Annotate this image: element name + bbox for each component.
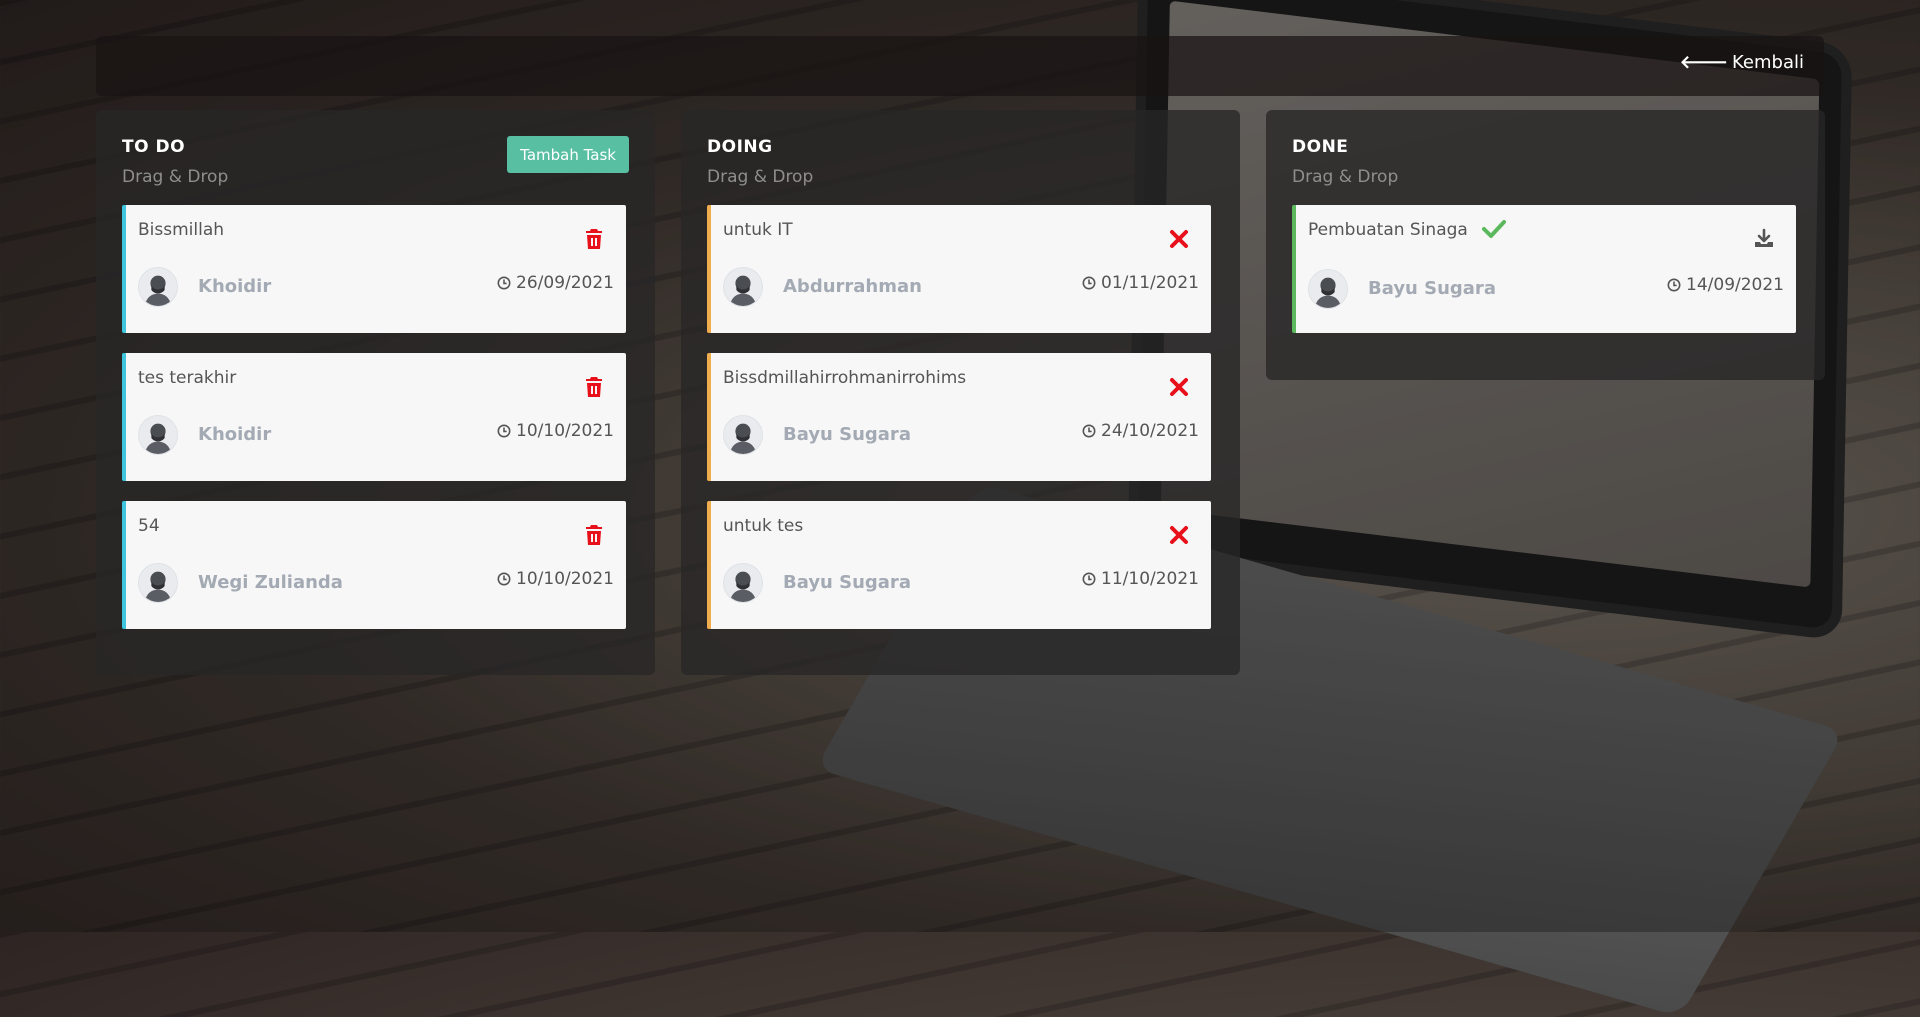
assignee-name: Khoidir [198, 276, 272, 297]
clock-icon [497, 276, 511, 290]
due-date-value: 01/11/2021 [1101, 273, 1199, 293]
task-title: 54 [138, 516, 160, 536]
clock-icon [1082, 276, 1096, 290]
due-date-value: 14/09/2021 [1686, 275, 1784, 295]
trash-icon[interactable] [582, 375, 606, 399]
trash-icon[interactable] [582, 227, 606, 251]
assignee-name: Wegi Zulianda [198, 572, 343, 593]
column-doing: DOING Drag & Drop untuk IT Abdurrahman 0… [681, 110, 1240, 675]
trash-icon[interactable] [582, 523, 606, 547]
column-todo: TO DO Drag & Drop Tambah Task Bissmillah… [96, 110, 655, 675]
due-date: 10/10/2021 [497, 421, 614, 441]
due-date: 10/10/2021 [497, 569, 614, 589]
column-subtitle: Drag & Drop [1292, 167, 1399, 187]
column-title: DONE [1292, 137, 1349, 157]
clock-icon [497, 424, 511, 438]
avatar [723, 415, 763, 455]
download-icon[interactable] [1752, 227, 1776, 251]
due-date-value: 10/10/2021 [516, 421, 614, 441]
due-date-value: 10/10/2021 [516, 569, 614, 589]
check-icon [1482, 220, 1506, 238]
avatar [723, 563, 763, 603]
clock-icon [1667, 278, 1681, 292]
x-icon[interactable] [1167, 523, 1191, 547]
column-title: TO DO [122, 137, 186, 157]
task-title: Pembuatan Sinaga [1308, 220, 1468, 240]
task-title: untuk IT [723, 220, 793, 240]
clock-icon [1082, 572, 1096, 586]
top-bar: 🡐 Kembali [96, 36, 1824, 96]
avatar [723, 267, 763, 307]
column-subtitle: Drag & Drop [122, 167, 229, 187]
arrow-left-icon: 🡐 [1679, 52, 1729, 73]
task-title: tes terakhir [138, 368, 237, 388]
task-title: Bissdmillahirrohmanirrohims [723, 368, 967, 388]
due-date: 24/10/2021 [1082, 421, 1199, 441]
due-date: 26/09/2021 [497, 273, 614, 293]
assignee-name: Abdurrahman [783, 276, 922, 297]
column-subtitle: Drag & Drop [707, 167, 814, 187]
clock-icon [497, 572, 511, 586]
add-task-button[interactable]: Tambah Task [507, 136, 629, 173]
due-date-value: 26/09/2021 [516, 273, 614, 293]
assignee-name: Bayu Sugara [1368, 278, 1496, 299]
task-title: untuk tes [723, 516, 804, 536]
x-icon[interactable] [1167, 227, 1191, 251]
back-button-label: Kembali [1732, 52, 1804, 73]
task-card[interactable]: untuk tes Bayu Sugara 11/10/2021 [707, 501, 1211, 629]
task-card[interactable]: Bissdmillahirrohmanirrohims Bayu Sugara … [707, 353, 1211, 481]
task-card[interactable]: 54 Wegi Zulianda 10/10/2021 [122, 501, 626, 629]
task-card[interactable]: tes terakhir Khoidir 10/10/2021 [122, 353, 626, 481]
back-button[interactable]: 🡐 Kembali [1680, 52, 1804, 73]
task-card[interactable]: untuk IT Abdurrahman 01/11/2021 [707, 205, 1211, 333]
task-card[interactable]: Bissmillah Khoidir 26/09/2021 [122, 205, 626, 333]
clock-icon [1082, 424, 1096, 438]
task-title: Bissmillah [138, 220, 225, 240]
assignee-name: Bayu Sugara [783, 424, 911, 445]
column-title: DOING [707, 137, 773, 157]
due-date: 11/10/2021 [1082, 569, 1199, 589]
due-date-value: 24/10/2021 [1101, 421, 1199, 441]
avatar [1308, 269, 1348, 309]
avatar [138, 267, 178, 307]
avatar [138, 563, 178, 603]
due-date: 01/11/2021 [1082, 273, 1199, 293]
avatar [138, 415, 178, 455]
due-date: 14/09/2021 [1667, 275, 1784, 295]
x-icon[interactable] [1167, 375, 1191, 399]
task-card[interactable]: Pembuatan Sinaga Bayu Sugara 14/09/2021 [1292, 205, 1796, 333]
assignee-name: Khoidir [198, 424, 272, 445]
due-date-value: 11/10/2021 [1101, 569, 1199, 589]
assignee-name: Bayu Sugara [783, 572, 911, 593]
column-done: DONE Drag & Drop Pembuatan Sinaga Bayu S… [1266, 110, 1825, 380]
